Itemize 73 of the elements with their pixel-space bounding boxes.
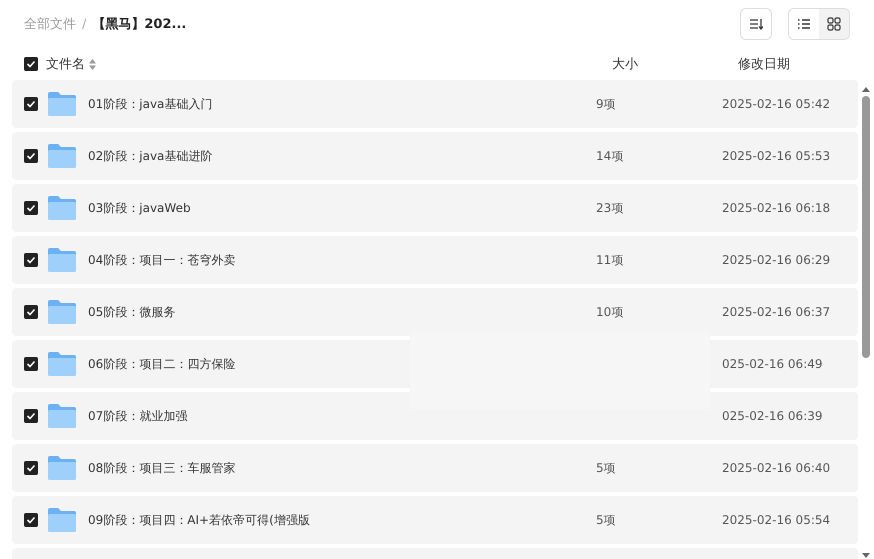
check-icon	[26, 60, 36, 68]
sort-icon[interactable]	[89, 58, 96, 70]
row-checkbox[interactable]	[24, 149, 38, 163]
select-all-checkbox[interactable]	[24, 57, 38, 71]
row-checkbox[interactable]	[24, 201, 38, 215]
check-icon	[26, 360, 36, 368]
folder-icon	[47, 247, 77, 273]
folder-icon	[47, 143, 77, 169]
list-icon	[797, 18, 811, 30]
item-count: 23项	[596, 200, 624, 214]
check-icon	[26, 516, 36, 524]
folder-icon	[47, 195, 77, 221]
modified-date: 2025-02-16 06:29	[722, 253, 830, 267]
column-header[interactable]: 修改日期	[738, 55, 874, 73]
row-checkbox[interactable]	[24, 461, 38, 475]
grid-icon	[827, 17, 841, 31]
file-name[interactable]: 09阶段：项目四：AI+若依帝可得(增强版	[88, 512, 588, 528]
folder-icon	[47, 507, 77, 533]
file-name[interactable]: 03阶段：javaWeb	[88, 200, 588, 216]
breadcrumb-item[interactable]: 【黑马】202...	[92, 15, 186, 33]
check-icon	[26, 412, 36, 420]
scroll-down-icon[interactable]	[861, 552, 871, 559]
item-count: 10项	[596, 304, 624, 318]
row-checkbox[interactable]	[24, 253, 38, 267]
row-checkbox[interactable]	[24, 305, 38, 319]
check-icon	[26, 204, 36, 212]
file-name[interactable]: 04阶段：项目一：苍穹外卖	[88, 252, 588, 268]
folder-icon	[47, 403, 77, 429]
check-icon	[26, 308, 36, 316]
item-count: 5项	[596, 512, 616, 526]
column-header[interactable]: 大小	[612, 55, 738, 73]
check-icon	[26, 152, 36, 160]
modified-date: 2025-02-16 05:54	[722, 513, 830, 527]
file-row[interactable]: 02阶段：java基础进阶 14项 2025-02-16 05:53	[12, 132, 858, 180]
list-view-button[interactable]	[789, 9, 819, 39]
modified-date: 025-02-16 06:49	[722, 357, 822, 371]
modified-date: 2025-02-16 06:40	[722, 461, 830, 475]
modified-date: 2025-02-16 06:37	[722, 305, 830, 319]
modified-date: 025-02-16 06:39	[722, 409, 822, 423]
file-row[interactable]: 09阶段：项目四：AI+若依帝可得(增强版 5项 2025-02-16 05:54	[12, 496, 858, 544]
scroll-up-icon[interactable]	[861, 86, 871, 93]
check-icon	[26, 100, 36, 108]
row-checkbox[interactable]	[24, 409, 38, 423]
folder-icon	[47, 91, 77, 117]
item-count: 5项	[596, 460, 616, 474]
item-count: 9项	[596, 96, 616, 110]
column-header[interactable]: 文件名	[46, 55, 85, 73]
file-name[interactable]: 05阶段：微服务	[88, 304, 588, 320]
file-row[interactable]: 04阶段：项目一：苍穹外卖 11项 2025-02-16 06:29	[12, 236, 858, 284]
modified-date: 2025-02-16 05:53	[722, 149, 830, 163]
row-checkbox[interactable]	[24, 97, 38, 111]
item-count: 14项	[596, 148, 624, 162]
file-row[interactable]: 05阶段：微服务 10项 2025-02-16 06:37	[12, 288, 858, 336]
file-row[interactable]: 01阶段：java基础入门 9项 2025-02-16 05:42	[12, 80, 858, 128]
file-name[interactable]: 01阶段：java基础入门	[88, 96, 588, 112]
modified-date: 2025-02-16 06:18	[722, 201, 830, 215]
sort-icon	[749, 18, 763, 30]
file-row[interactable]: 03阶段：javaWeb 23项 2025-02-16 06:18	[12, 184, 858, 232]
file-row[interactable]: 08阶段：项目三：车服管家 5项 2025-02-16 06:40	[12, 444, 858, 492]
folder-icon	[47, 455, 77, 481]
file-name[interactable]: 07阶段：就业加强	[88, 408, 588, 424]
modified-date: 2025-02-16 05:42	[722, 97, 830, 111]
row-checkbox[interactable]	[24, 513, 38, 527]
file-name[interactable]: 08阶段：项目三：车服管家	[88, 460, 588, 476]
item-count: 11项	[596, 252, 624, 266]
sort-button[interactable]	[740, 8, 772, 40]
check-icon	[26, 464, 36, 472]
check-icon	[26, 256, 36, 264]
folder-icon	[47, 351, 77, 377]
breadcrumb-separator: /	[82, 16, 86, 32]
folder-icon	[47, 299, 77, 325]
file-name[interactable]: 02阶段：java基础进阶	[88, 148, 588, 164]
row-checkbox[interactable]	[24, 357, 38, 371]
